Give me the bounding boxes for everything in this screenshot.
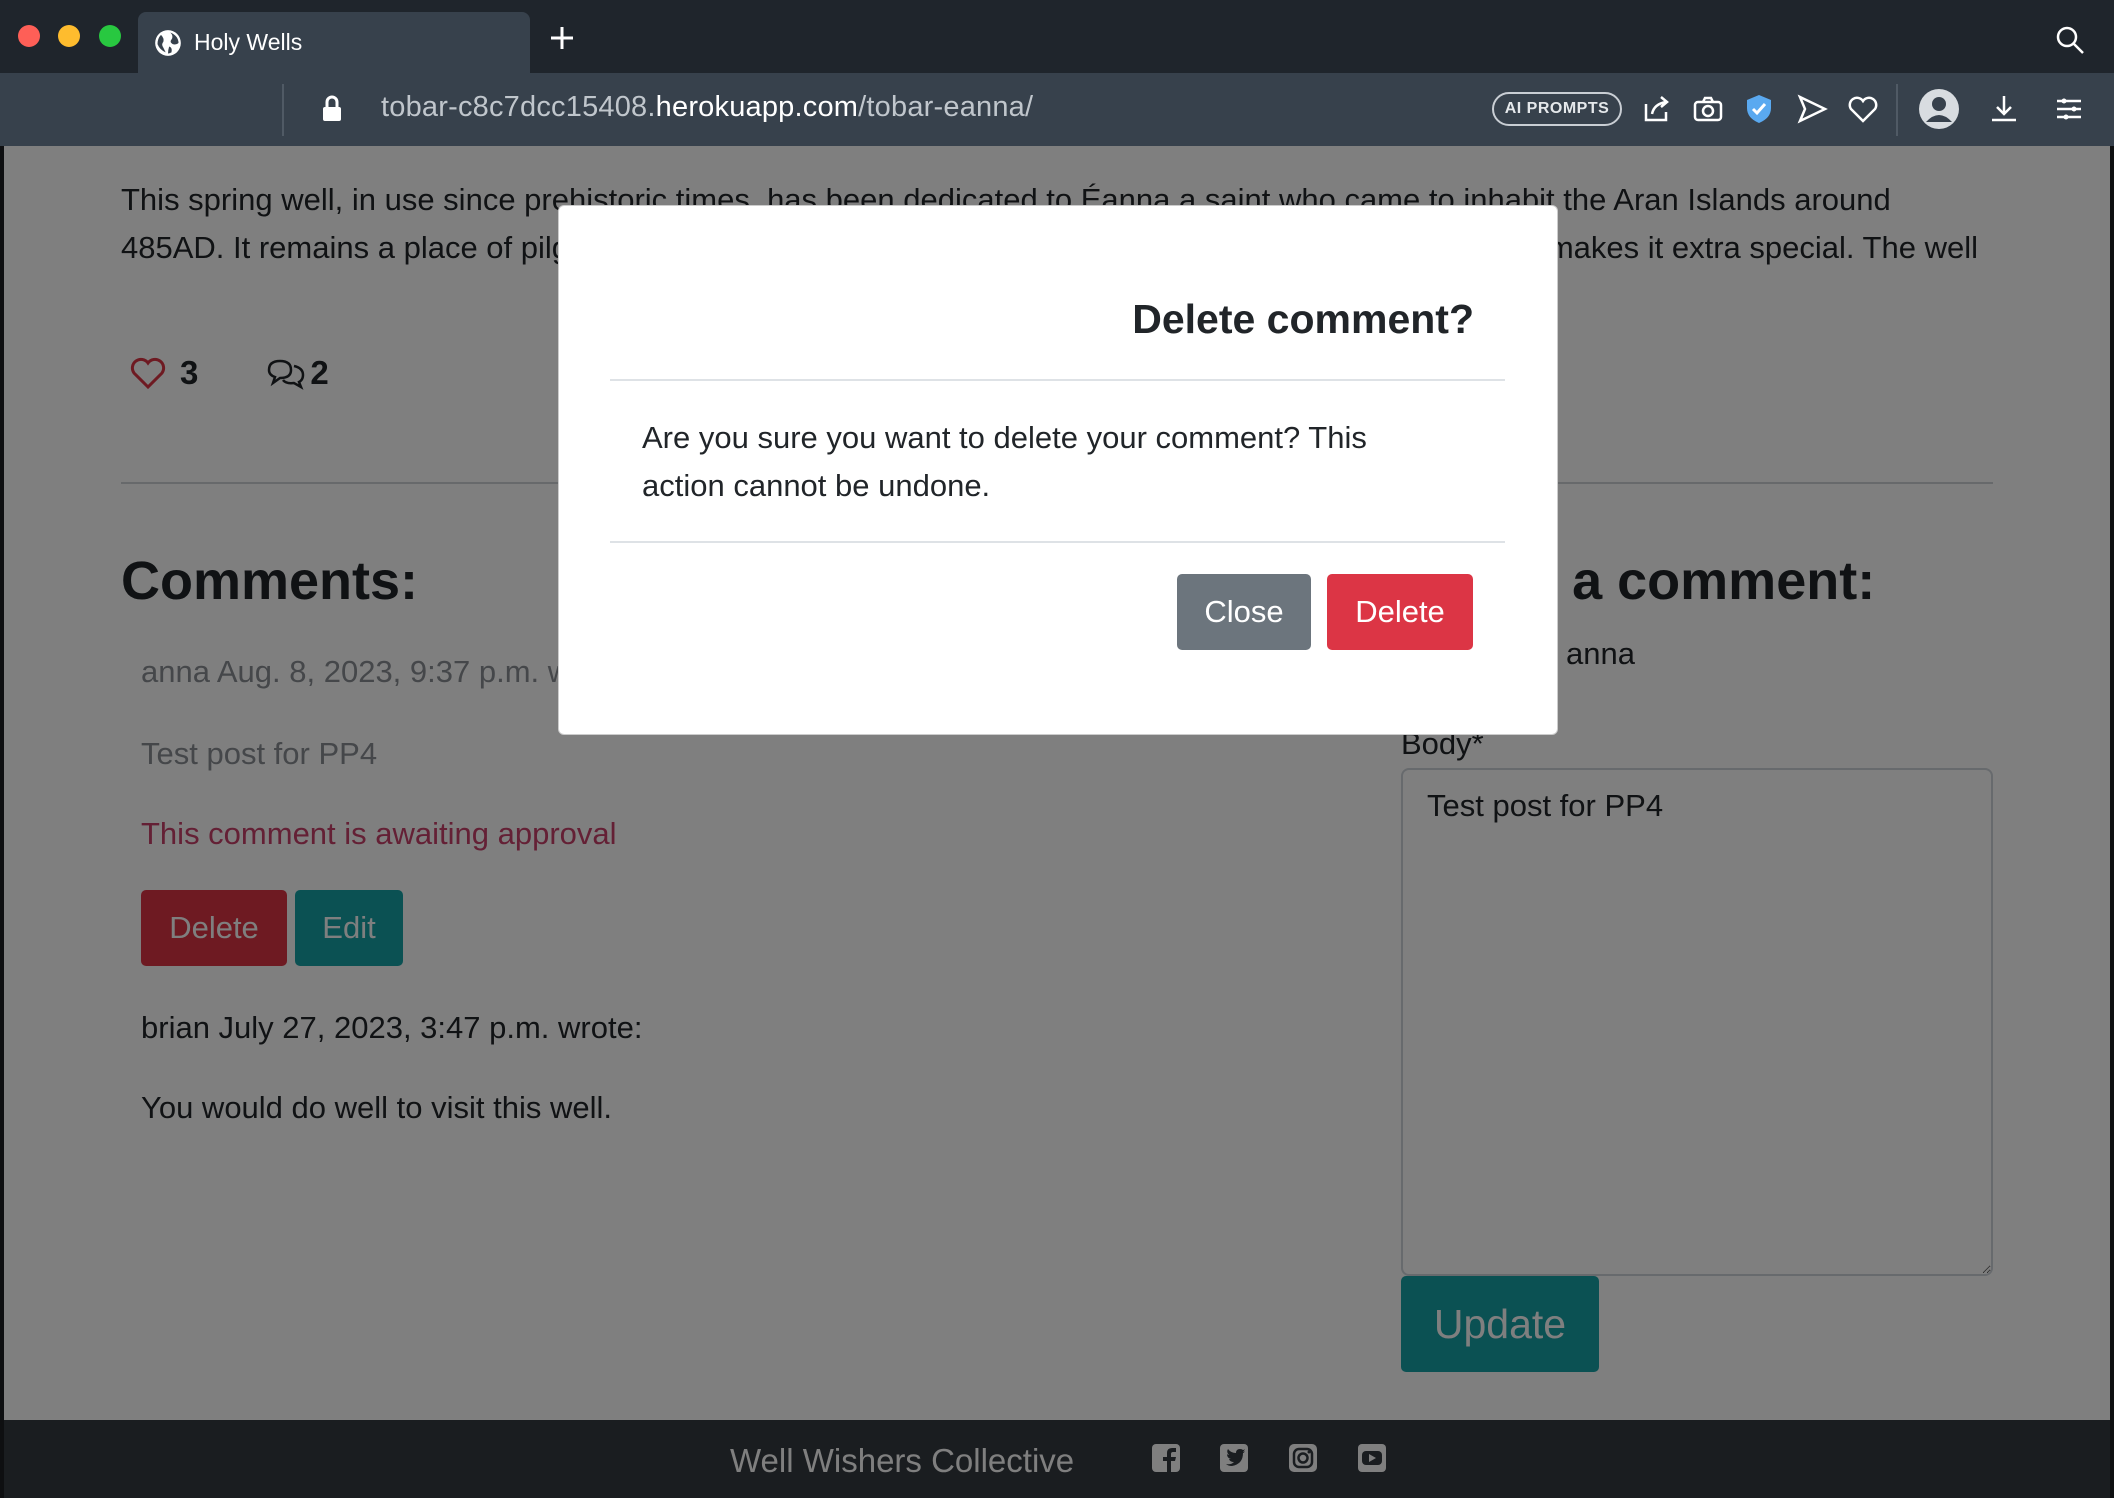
- close-window-button[interactable]: [18, 25, 40, 47]
- divider: [282, 84, 284, 136]
- minimize-window-button[interactable]: [58, 25, 80, 47]
- divider: [610, 379, 1505, 381]
- url-prefix: tobar-c8c7dcc15408.: [381, 91, 656, 123]
- download-icon[interactable]: [1987, 92, 2021, 126]
- divider: [1896, 84, 1898, 136]
- tab-title: Holy Wells: [194, 29, 303, 55]
- modal-title: Delete comment?: [1132, 296, 1474, 342]
- browser-titlebar: Holy Wells: [0, 0, 2114, 73]
- modal-message: Are you sure you want to delete your com…: [642, 420, 1367, 503]
- shield-icon[interactable]: [1742, 92, 1776, 126]
- ai-prompts-button[interactable]: AI PROMPTS: [1492, 92, 1622, 126]
- plus-icon[interactable]: [546, 22, 578, 54]
- url-field[interactable]: tobar-c8c7dcc15408.herokuapp.com/tobar-e…: [381, 91, 1033, 124]
- url-path: /tobar-eanna/: [858, 91, 1034, 123]
- share-icon[interactable]: [1640, 92, 1674, 126]
- delete-comment-modal: Delete comment? Are you sure you want to…: [558, 205, 1558, 735]
- zoom-window-button[interactable]: [99, 25, 121, 47]
- heart-icon[interactable]: [1846, 92, 1880, 126]
- modal-delete-button[interactable]: Delete: [1327, 574, 1473, 650]
- url-host: herokuapp.com: [655, 91, 859, 123]
- profile-icon[interactable]: [1918, 88, 1960, 130]
- lock-icon: [323, 95, 341, 121]
- address-bar: tobar-c8c7dcc15408.herokuapp.com/tobar-e…: [0, 73, 2114, 196]
- globe-icon: [155, 29, 181, 56]
- modal-close-button[interactable]: Close: [1177, 574, 1311, 650]
- camera-icon[interactable]: [1691, 92, 1725, 126]
- menu-icon[interactable]: [2052, 92, 2086, 126]
- search-icon[interactable]: [2054, 24, 2086, 56]
- browser-tab[interactable]: Holy Wells: [138, 12, 530, 73]
- send-icon[interactable]: [1795, 92, 1829, 126]
- divider: [610, 541, 1505, 543]
